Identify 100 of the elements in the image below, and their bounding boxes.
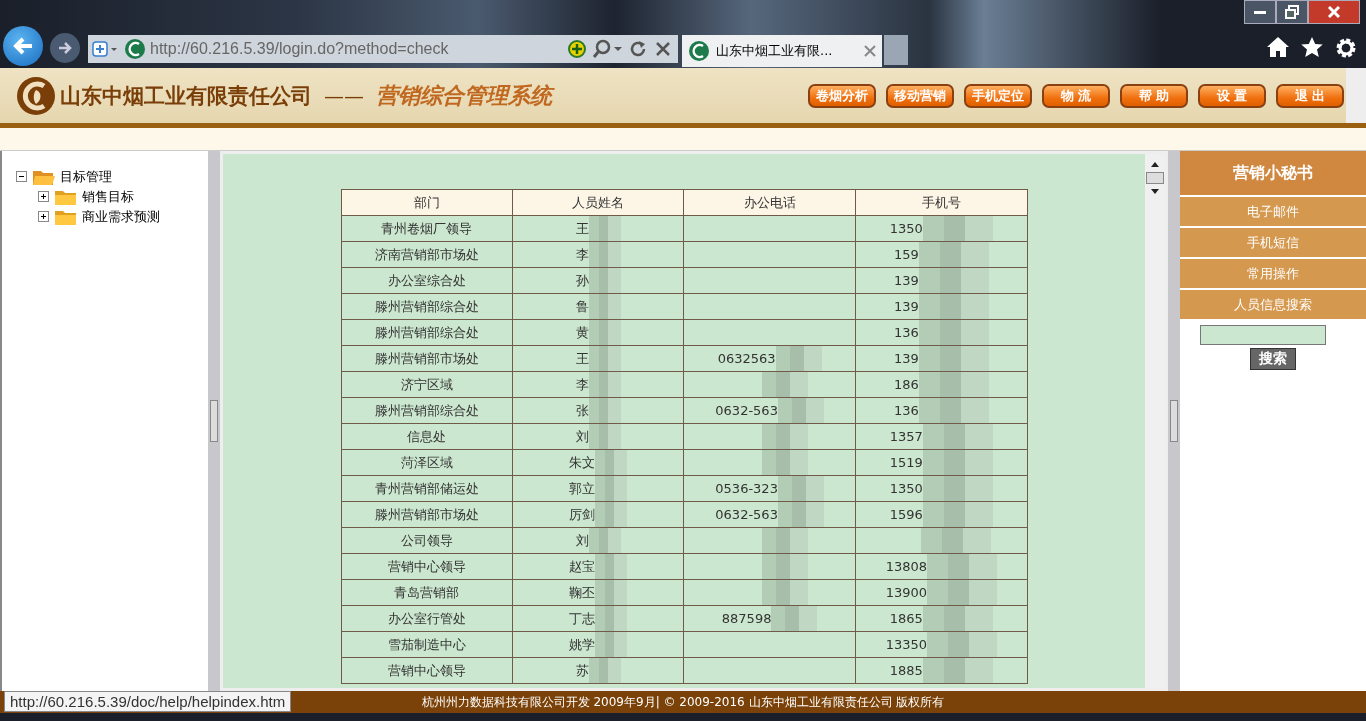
table-cell: 0536-323 <box>715 481 778 496</box>
redaction-mosaic <box>761 554 808 579</box>
redaction-mosaic <box>761 372 808 397</box>
redaction-mosaic <box>595 476 628 501</box>
splitter-handle[interactable] <box>209 400 218 442</box>
refresh-icon[interactable] <box>628 39 648 59</box>
table-cell: 13350 <box>885 637 927 652</box>
table-cell: 李 <box>575 375 589 394</box>
folder-icon <box>54 208 78 226</box>
scroll-down-icon[interactable] <box>1150 188 1161 196</box>
search-button[interactable]: 搜索 <box>1250 348 1297 370</box>
table-cell: 滕州营销部市场处 <box>374 505 479 524</box>
address-bar[interactable]: http://60.216.5.39/login.do?method=check <box>88 35 678 63</box>
tab-title: 山东中烟工业有限... <box>716 42 834 60</box>
redaction-mosaic <box>595 580 628 605</box>
collapse-icon[interactable] <box>16 171 28 183</box>
expand-icon[interactable] <box>38 191 50 203</box>
table-cell: 159 <box>893 247 919 262</box>
back-button[interactable] <box>3 26 43 66</box>
close-icon[interactable] <box>864 45 876 57</box>
close-icon[interactable] <box>654 40 672 58</box>
close-window-button[interactable] <box>1308 0 1360 24</box>
nav-button[interactable]: 物 流 <box>1042 83 1110 108</box>
column-header: 部门 <box>341 189 513 216</box>
restore-button[interactable] <box>1276 0 1308 24</box>
redaction-mosaic <box>918 372 989 397</box>
browser-tab[interactable]: 山东中烟工业有限... <box>682 35 882 67</box>
splitter-handle[interactable] <box>1170 400 1179 442</box>
table-cell: 王 <box>575 219 589 238</box>
redaction-mosaic <box>588 320 621 345</box>
title-dash: —— <box>324 83 364 108</box>
sidebar-item[interactable]: 人员信息搜索 <box>1180 290 1366 321</box>
sidebar-item[interactable]: 常用操作 <box>1180 259 1366 290</box>
table-cell: 赵宝 <box>569 557 596 576</box>
add-icon[interactable] <box>568 40 586 58</box>
redaction-mosaic <box>761 580 808 605</box>
table-cell: 1350 <box>889 481 923 496</box>
redaction-mosaic <box>588 216 621 241</box>
scroll-up-icon[interactable] <box>1150 160 1161 168</box>
table-cell: 王 <box>575 349 589 368</box>
table-cell: 济南营销部市场处 <box>374 245 479 264</box>
redaction-mosaic <box>777 502 824 527</box>
table-cell: 青州营销部储运处 <box>374 479 479 498</box>
tree-item[interactable]: 商业需求预测 <box>82 208 160 226</box>
redaction-mosaic <box>922 502 993 527</box>
redaction-mosaic <box>588 346 621 371</box>
table-cell: 信息处 <box>407 427 447 446</box>
table-cell: 13808 <box>885 559 927 574</box>
redaction-mosaic <box>918 242 989 267</box>
forward-button[interactable] <box>50 33 80 63</box>
search-icon[interactable] <box>592 39 622 59</box>
tree-item[interactable]: 目标管理 <box>60 168 112 186</box>
nav-button[interactable]: 帮 助 <box>1120 83 1188 108</box>
redaction-mosaic <box>588 658 621 683</box>
folder-icon <box>32 168 56 186</box>
sidebar-item[interactable]: 手机短信 <box>1180 228 1366 259</box>
expand-icon[interactable] <box>38 211 50 223</box>
redaction-mosaic <box>922 216 993 241</box>
nav-button[interactable]: 卷烟分析 <box>808 83 876 108</box>
nav-button[interactable]: 设 置 <box>1198 83 1266 108</box>
settings-icon[interactable] <box>1334 36 1358 60</box>
nav-button[interactable]: 手机定位 <box>964 83 1032 108</box>
table-cell: 郭立 <box>569 479 596 498</box>
redaction-mosaic <box>588 398 621 423</box>
sidebar-item[interactable]: 电子邮件 <box>1180 197 1366 228</box>
home-icon[interactable] <box>1266 36 1290 58</box>
redaction-mosaic <box>595 502 628 527</box>
search-field[interactable] <box>1200 325 1327 345</box>
column-header: 手机号 <box>855 189 1028 216</box>
redaction-mosaic <box>595 554 628 579</box>
scroll-thumb[interactable] <box>1146 172 1165 184</box>
scrollbar[interactable] <box>1346 68 1366 123</box>
table-cell: 0632-563 <box>715 403 778 418</box>
redaction-mosaic <box>918 268 989 293</box>
shield-icon[interactable] <box>92 40 120 58</box>
url-text[interactable]: http://60.216.5.39/login.do?method=check <box>150 40 564 58</box>
redaction-mosaic <box>918 294 989 319</box>
footer-text: 杭州州力数据科技有限公司开发 2009年9月| © 2009-2016 山东中烟工业有限责任公司 版权所有 <box>421 693 945 711</box>
minimize-button[interactable] <box>1244 0 1276 24</box>
redaction-mosaic <box>761 528 808 553</box>
table-cell: 菏泽区域 <box>400 453 453 472</box>
company-name: 山东中烟工业有限责任公司 <box>60 82 312 110</box>
company-logo-icon <box>16 75 56 116</box>
nav-button[interactable]: 退 出 <box>1276 83 1344 108</box>
redaction-mosaic <box>775 346 822 371</box>
table-cell: 姚学 <box>569 635 596 654</box>
table-cell: 1865 <box>889 611 923 626</box>
redaction-mosaic <box>922 476 993 501</box>
site-logo-icon <box>688 40 710 62</box>
table-cell: 1357 <box>889 429 923 444</box>
redaction-mosaic <box>922 424 993 449</box>
table-cell: 苏 <box>575 661 589 680</box>
table-cell: 1350 <box>889 221 923 236</box>
redaction-mosaic <box>588 268 621 293</box>
nav-button[interactable]: 移动营销 <box>886 83 954 108</box>
star-icon[interactable] <box>1300 36 1324 58</box>
scrollbar[interactable] <box>1145 154 1166 688</box>
tree-item[interactable]: 销售目标 <box>82 188 134 206</box>
table-cell: 滕州营销部市场处 <box>374 349 479 368</box>
redaction-mosaic <box>761 424 808 449</box>
